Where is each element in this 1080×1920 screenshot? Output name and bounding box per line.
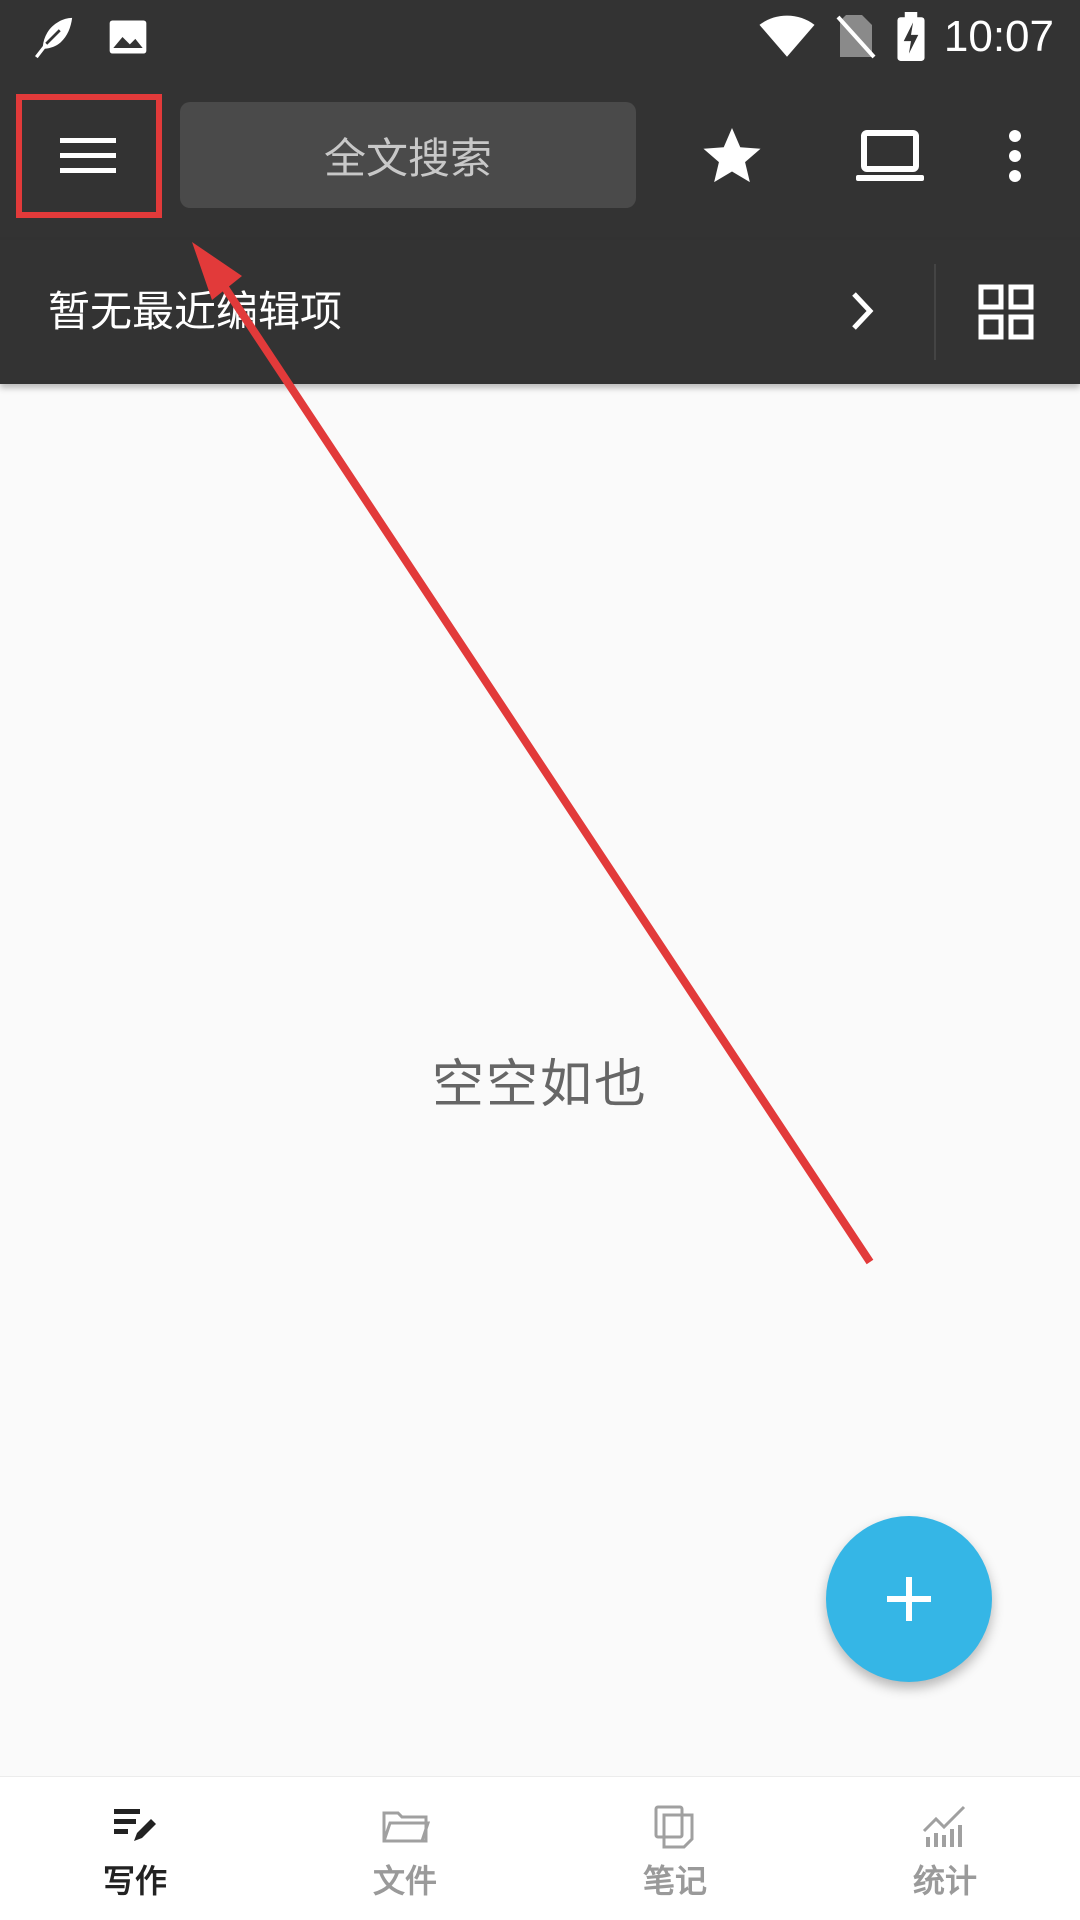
- plus-icon: [887, 1577, 931, 1621]
- nav-label-write: 写作: [102, 1862, 167, 1900]
- search-button[interactable]: 全文搜索: [180, 102, 636, 208]
- bottom-navigation: 写作 文件 笔记 统计: [0, 1776, 1080, 1920]
- status-bar: 10:07: [0, 0, 1080, 74]
- top-app-bar: 全文搜索: [0, 74, 1080, 240]
- menu-button[interactable]: [16, 94, 162, 218]
- empty-state-text: 空空如也: [431, 1055, 648, 1115]
- notes-icon: [654, 1805, 694, 1849]
- image-icon: [109, 20, 147, 54]
- status-right-icons: 10:07: [758, 10, 1054, 64]
- recent-edits-label: 暂无最近编辑项: [48, 287, 343, 336]
- nav-item-stats[interactable]: 统计: [810, 1777, 1080, 1920]
- nav-item-files[interactable]: 文件: [270, 1777, 540, 1920]
- laptop-button[interactable]: [850, 114, 930, 198]
- nav-label-notes: 笔记: [642, 1862, 707, 1900]
- stats-icon: [922, 1805, 966, 1847]
- more-options-button[interactable]: [990, 114, 1040, 198]
- favorites-button[interactable]: [690, 114, 774, 198]
- more-vertical-icon: [1009, 130, 1021, 182]
- wifi-icon: [759, 15, 815, 57]
- chevron-right-icon[interactable]: [848, 286, 878, 336]
- feather-icon: [35, 17, 73, 59]
- nav-item-notes[interactable]: 笔记: [540, 1777, 810, 1920]
- hamburger-menu-icon: [60, 138, 116, 173]
- app-screen: 10:07 全文搜索 暂无最近编辑项 空空如也 写作 文件 笔记 统计: [0, 0, 1080, 1920]
- grid-icon[interactable]: [978, 284, 1034, 340]
- nav-label-files: 文件: [372, 1862, 437, 1900]
- battery-charging-icon: [897, 12, 925, 61]
- write-icon: [114, 1809, 156, 1841]
- add-button[interactable]: [826, 1516, 992, 1682]
- laptop-icon: [856, 130, 924, 181]
- recent-edits-bar: 暂无最近编辑项: [0, 240, 1080, 384]
- star-icon: [703, 128, 761, 183]
- folder-icon: [382, 1811, 430, 1843]
- no-sim-icon: [836, 15, 876, 59]
- search-label: 全文搜索: [323, 133, 492, 183]
- divider: [934, 264, 936, 360]
- nav-item-write[interactable]: 写作: [0, 1777, 270, 1920]
- nav-label-stats: 统计: [912, 1862, 977, 1900]
- status-left-icons: [26, 10, 150, 64]
- status-time: 10:07: [943, 12, 1054, 61]
